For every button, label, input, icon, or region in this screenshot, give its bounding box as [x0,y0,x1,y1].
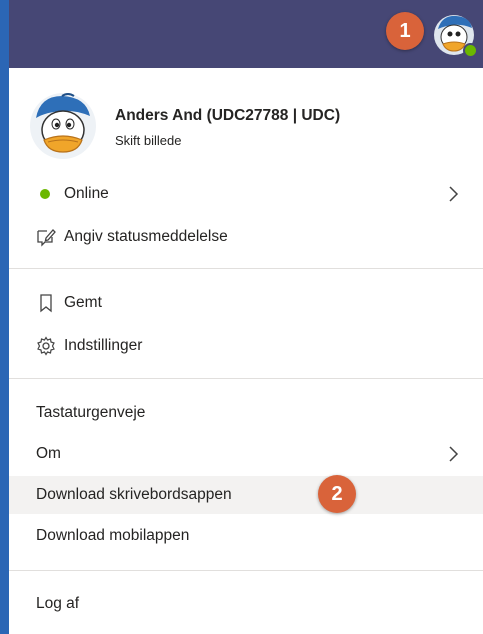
keyboard-shortcuts-item[interactable]: Tastaturgenveje [9,396,483,430]
set-status-message-label: Angiv statusmeddelelse [64,228,228,245]
about-item[interactable]: Om [9,437,483,471]
about-label: Om [36,445,61,462]
divider [9,268,483,269]
chevron-right-icon [449,446,459,462]
online-status-icon [40,189,50,199]
chevron-right-icon [449,186,459,202]
gear-icon [36,336,56,356]
divider [9,570,483,571]
change-photo-link[interactable]: Skift billede [115,133,181,148]
callout-badge-2: 2 [318,475,356,513]
profile-picture[interactable] [28,90,98,160]
callout-badge-1: 1 [386,12,424,50]
settings-label: Indstillinger [64,337,143,354]
saved-item[interactable]: Gemt [9,286,483,320]
saved-label: Gemt [64,294,102,311]
presence-indicator [463,43,478,58]
download-mobile-app-item[interactable]: Download mobilappen [9,519,483,553]
sign-out-label: Log af [36,595,80,612]
divider [9,378,483,379]
status-online-item[interactable]: Online [9,177,483,211]
bookmark-icon [36,293,56,313]
profile-name: Anders And (UDC27788 | UDC) [115,107,341,124]
download-desktop-app-label: Download skrivebordsappen [36,486,232,503]
download-mobile-app-label: Download mobilappen [36,527,190,544]
set-status-message-item[interactable]: Angiv statusmeddelelse [9,220,483,254]
window-left-border [0,0,9,634]
sign-out-item[interactable]: Log af [9,587,483,621]
keyboard-shortcuts-label: Tastaturgenveje [36,404,146,421]
settings-item[interactable]: Indstillinger [9,329,483,363]
download-desktop-app-item[interactable]: Download skrivebordsappen [9,476,483,514]
status-label: Online [64,185,109,202]
edit-message-icon [36,227,56,247]
